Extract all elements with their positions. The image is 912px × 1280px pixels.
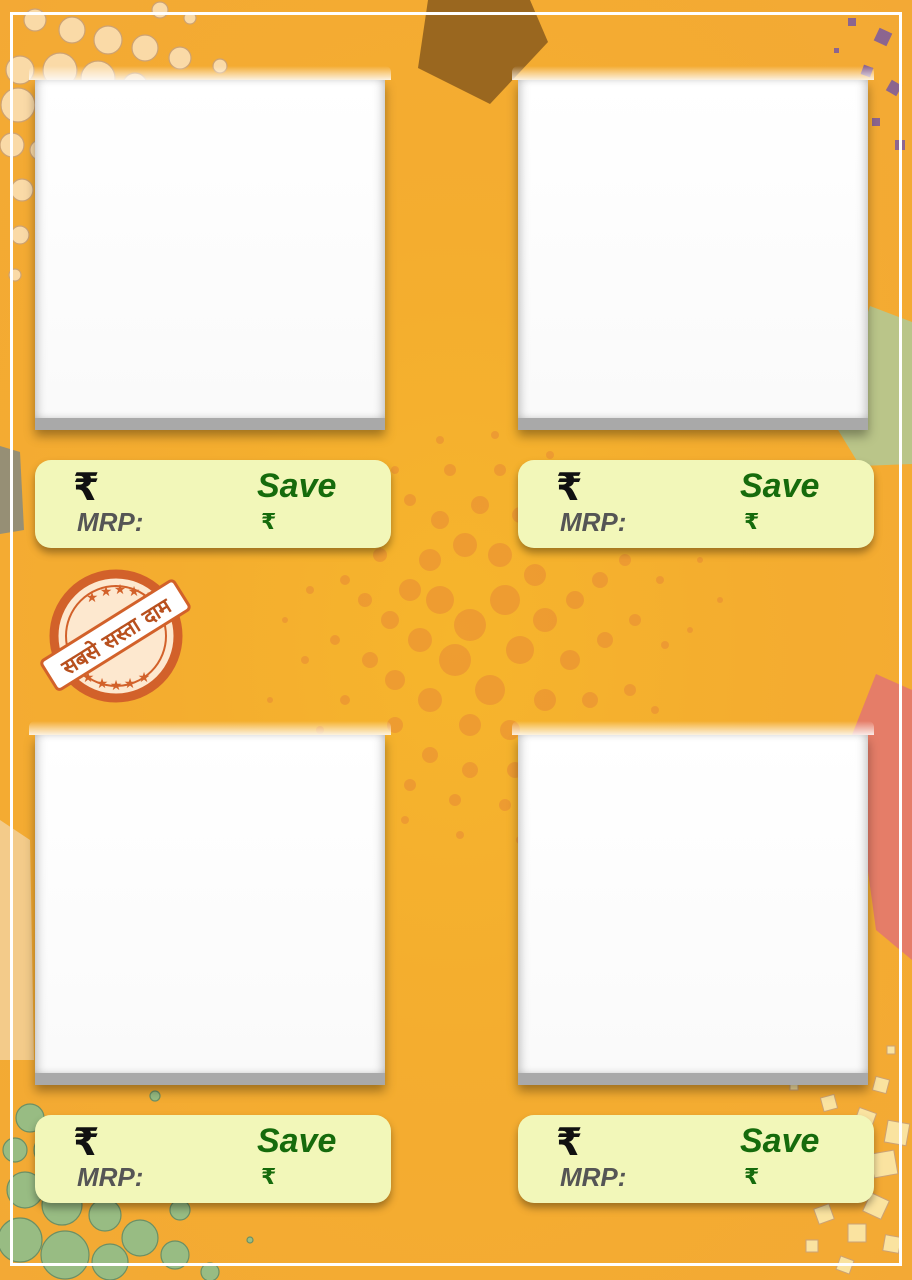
save-rupee-symbol: ₹ <box>744 1165 760 1190</box>
price-card-3: ₹ MRP: Save ₹ <box>35 1115 391 1203</box>
svg-text:★: ★ <box>138 670 151 686</box>
product-photo-box-4 <box>512 721 874 1085</box>
product-photo-box-3 <box>29 721 391 1085</box>
best-price-stamp: ★★★ ★★ ★★★ ★★ सबसे सस्ता दाम <box>40 569 191 703</box>
save-rupee-symbol: ₹ <box>261 510 277 535</box>
price-rupee-symbol: ₹ <box>556 465 583 509</box>
price-rupee-symbol: ₹ <box>73 1120 100 1164</box>
mrp-label: MRP: <box>560 507 627 537</box>
save-label: Save <box>257 467 337 505</box>
svg-text:★: ★ <box>128 584 141 600</box>
save-rupee-symbol: ₹ <box>744 510 760 535</box>
svg-text:★: ★ <box>86 590 99 606</box>
svg-text:★: ★ <box>110 678 123 694</box>
svg-text:★: ★ <box>114 582 127 598</box>
price-rupee-symbol: ₹ <box>73 465 100 509</box>
price-card-4: ₹ MRP: Save ₹ <box>518 1115 874 1203</box>
svg-text:★: ★ <box>100 584 113 600</box>
product-photo-box-2 <box>512 66 874 430</box>
save-label: Save <box>257 1122 337 1160</box>
price-rupee-symbol: ₹ <box>556 1120 583 1164</box>
svg-text:★: ★ <box>96 676 109 692</box>
svg-text:★: ★ <box>124 676 137 692</box>
save-label: Save <box>740 1122 820 1160</box>
mrp-label: MRP: <box>77 1162 144 1192</box>
mrp-label: MRP: <box>560 1162 627 1192</box>
save-label: Save <box>740 467 820 505</box>
price-card-2: ₹ MRP: Save ₹ <box>518 460 874 548</box>
mrp-label: MRP: <box>77 507 144 537</box>
save-rupee-symbol: ₹ <box>261 1165 277 1190</box>
product-photo-box-1 <box>29 66 391 430</box>
price-card-1: ₹ MRP: Save ₹ <box>35 460 391 548</box>
